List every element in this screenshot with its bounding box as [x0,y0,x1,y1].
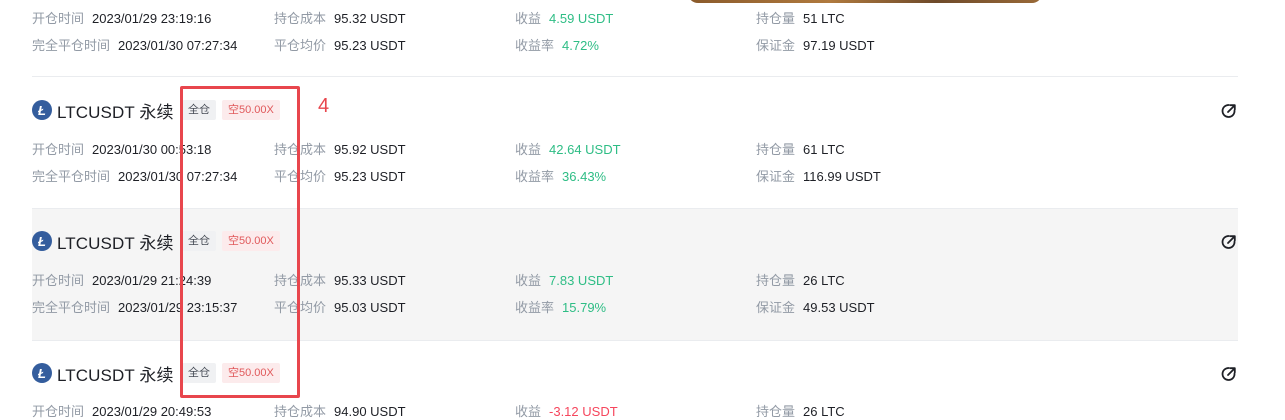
avg-close-value: 95.03 USDT [334,300,406,315]
share-icon[interactable] [1220,102,1238,120]
annotation-highlight-box [180,86,300,398]
close-time-label: 完全平仓时间 [32,300,111,315]
close-time-row: 完全平仓时间 2023/01/30 07:27:34 [32,35,237,54]
open-time-row: 开仓时间 2023/01/29 20:49:53 [32,401,211,420]
margin-value: 97.19 USDT [803,38,875,53]
annotation-number: 4 [318,95,330,117]
pnl-label: 收益 [515,11,542,26]
position-card: 开仓时间 2023/01/29 23:19:16 完全平仓时间 2023/01/30… [32,0,1238,76]
avg-close-value: 95.23 USDT [334,38,406,53]
open-time-label: 开仓时间 [32,273,85,288]
roi-value: 15.79% [562,300,607,315]
symbol-label: LTCUSDT 永续 [57,102,174,122]
qty-label: 持仓量 [756,142,796,157]
cost-value: 95.32 USDT [334,11,406,26]
qty-value: 26 LTC [803,273,845,288]
avg-close-value: 95.23 USDT [334,169,406,184]
open-time-label: 开仓时间 [32,11,85,26]
pnl-row: 收益 7.83 USDT [515,270,613,289]
card-header: Ł LTCUSDT 永续 [32,98,174,122]
cost-row: 持仓成本 94.90 USDT [274,401,406,420]
margin-value: 116.99 USDT [803,169,881,184]
margin-row: 保证金 49.53 USDT [756,297,875,316]
avg-close-row: 平仓均价 95.23 USDT [274,35,406,54]
qty-value: 61 LTC [803,142,845,157]
cost-row: 持仓成本 95.32 USDT [274,8,406,27]
pnl-label: 收益 [515,142,542,157]
avg-close-label: 平仓均价 [274,38,327,53]
ltc-coin-icon: Ł [32,363,52,383]
pnl-label: 收益 [515,273,542,288]
roi-label: 收益率 [515,169,555,184]
qty-row: 持仓量 26 LTC [756,401,845,420]
margin-label: 保证金 [756,300,796,315]
pnl-value: 7.83 USDT [549,273,614,288]
close-time-label: 完全平仓时间 [32,38,111,53]
roi-value: 36.43% [562,169,607,184]
qty-label: 持仓量 [756,273,796,288]
open-time-label: 开仓时间 [32,142,85,157]
qty-row: 持仓量 61 LTC [756,139,845,158]
qty-label: 持仓量 [756,11,796,26]
roi-label: 收益率 [515,38,555,53]
margin-label: 保证金 [756,169,796,184]
card-header: Ł LTCUSDT 永续 [32,229,174,253]
qty-value: 51 LTC [803,11,845,26]
margin-row: 保证金 97.19 USDT [756,35,875,54]
pnl-value: 42.64 USDT [549,142,621,157]
roi-row: 收益率 36.43% [515,166,606,185]
roi-label: 收益率 [515,300,555,315]
pnl-row: 收益 -3.12 USDT [515,401,618,420]
cost-value: 95.33 USDT [334,273,406,288]
qty-row: 持仓量 26 LTC [756,270,845,289]
share-icon[interactable] [1220,365,1238,383]
pnl-row: 收益 42.64 USDT [515,139,621,158]
roi-row: 收益率 15.79% [515,297,606,316]
margin-label: 保证金 [756,38,796,53]
pnl-row: 收益 4.59 USDT [515,8,613,27]
card-header: Ł LTCUSDT 永续 [32,361,174,385]
symbol-label: LTCUSDT 永续 [57,233,174,253]
close-time-value: 2023/01/30 07:27:34 [118,38,238,53]
ltc-coin-icon: Ł [32,100,52,120]
open-time-row: 开仓时间 2023/01/29 23:19:16 [32,8,211,27]
ltc-coin-icon: Ł [32,231,52,251]
close-time-label: 完全平仓时间 [32,169,111,184]
cost-label: 持仓成本 [274,11,327,26]
margin-row: 保证金 116.99 USDT [756,166,881,185]
roi-value: 4.72% [562,38,599,53]
margin-value: 49.53 USDT [803,300,875,315]
symbol-label: LTCUSDT 永续 [57,365,174,385]
share-icon[interactable] [1220,233,1238,251]
roi-row: 收益率 4.72% [515,35,599,54]
qty-row: 持仓量 51 LTC [756,8,845,27]
cost-value: 95.92 USDT [334,142,406,157]
open-time-value: 2023/01/29 23:19:16 [92,11,212,26]
pnl-value: 4.59 USDT [549,11,614,26]
